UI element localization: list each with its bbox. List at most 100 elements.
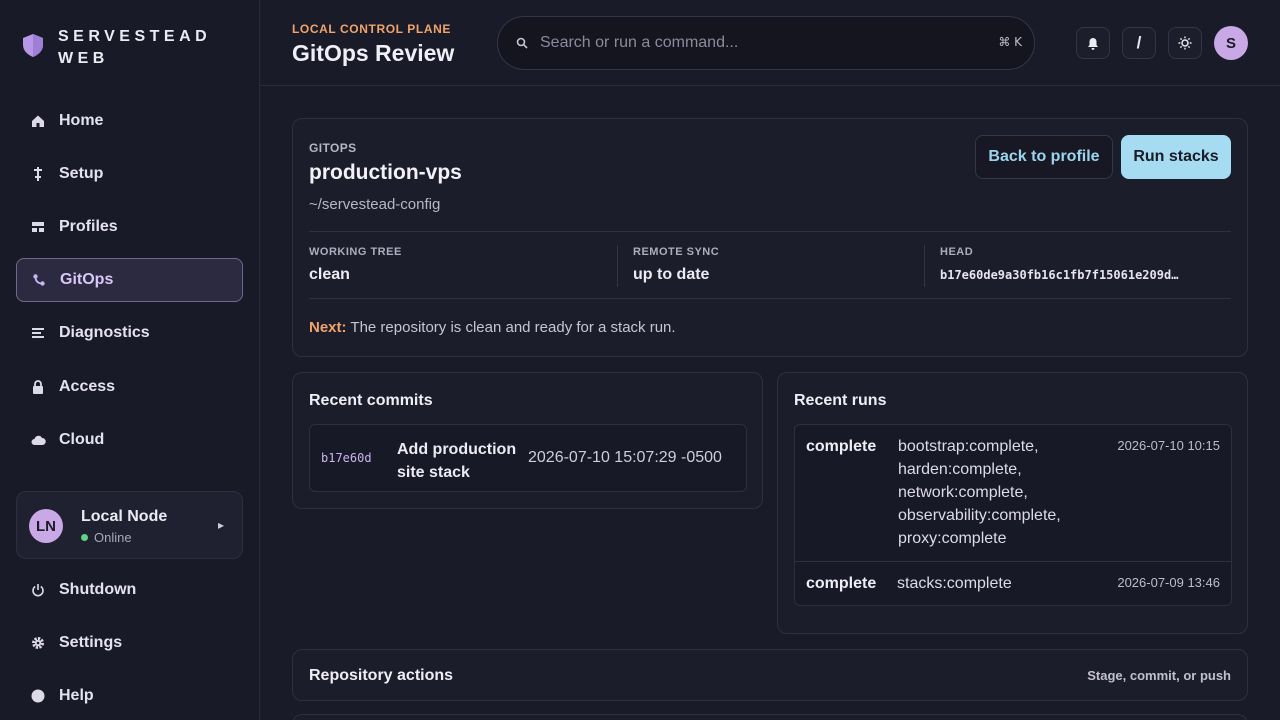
page-title: GitOps Review xyxy=(292,40,455,66)
repository-actions-title: Repository actions xyxy=(309,667,454,684)
run-status: complete xyxy=(806,575,877,592)
working-tree-label: WORKING TREE xyxy=(309,246,402,258)
lock-icon xyxy=(30,379,46,395)
remote-sync-label: REMOTE SYNC xyxy=(633,246,720,258)
shield-logo-icon xyxy=(23,34,43,57)
run-detail-line: harden:complete, xyxy=(898,461,1022,478)
gitops-icon xyxy=(31,272,47,288)
run-details: stacks:complete xyxy=(897,572,1012,595)
node-avatar: LN xyxy=(29,509,63,543)
head-label: HEAD xyxy=(940,246,974,258)
run-detail-line: bootstrap:complete, xyxy=(898,438,1039,455)
online-status-icon xyxy=(81,534,88,541)
diagnostics-icon xyxy=(30,325,46,341)
divider xyxy=(617,245,618,287)
sidebar-item-home[interactable]: Home xyxy=(16,99,243,143)
back-to-profile-button[interactable]: Back to profile xyxy=(975,135,1113,179)
node-name: Local Node xyxy=(81,508,168,525)
theme-toggle-button[interactable] xyxy=(1168,27,1202,59)
commit-message: Add production site stack xyxy=(397,438,516,484)
next-label: Next: xyxy=(309,319,347,336)
sidebar-item-shutdown[interactable]: Shutdown xyxy=(16,568,243,612)
sidebar-item-help[interactable]: Help xyxy=(16,674,243,718)
node-card[interactable]: LN Local Node Online ▸ xyxy=(16,491,243,559)
node-status-text: Online xyxy=(94,530,132,545)
brand[interactable]: SERVESTEAD WEB xyxy=(20,26,228,70)
sidebar-item-cloud[interactable]: Cloud xyxy=(16,418,243,462)
run-time: 2026-07-10 10:15 xyxy=(1117,438,1220,453)
run-row[interactable]: complete stacks:complete 2026-07-09 13:4… xyxy=(795,562,1231,606)
sidebar-item-label: Diagnostics xyxy=(59,324,150,341)
divider xyxy=(309,298,1231,299)
commit-row[interactable]: b17e60d Add production site stack 2026-0… xyxy=(309,424,747,492)
sidebar-item-label: Profiles xyxy=(59,218,118,235)
notifications-button[interactable] xyxy=(1076,27,1110,59)
run-detail-line: observability:complete, xyxy=(898,507,1061,524)
repository-actions-hint: Stage, commit, or push xyxy=(1087,668,1231,683)
sidebar-item-label: Setup xyxy=(59,165,104,182)
divider xyxy=(309,231,1231,232)
commit-date: 2026-07-10 15:07:29 -0500 xyxy=(528,449,722,466)
sidebar-item-gitops[interactable]: GitOps xyxy=(16,258,243,302)
recent-commits-title: Recent commits xyxy=(309,392,433,409)
sidebar-item-label: GitOps xyxy=(60,271,114,288)
recent-commits-card: Recent commits b17e60d Add production si… xyxy=(292,372,763,509)
sun-icon xyxy=(1178,36,1192,50)
head-hash: b17e60de9a30fb16c1fb7f15061e209d… xyxy=(940,268,1179,282)
commit-message-line: Add production xyxy=(397,441,517,458)
repo-name: production-vps xyxy=(309,161,462,184)
repo-path: ~/servestead-config xyxy=(309,196,441,213)
repository-actions-card[interactable]: Repository actions Stage, commit, or pus… xyxy=(292,649,1248,701)
page-eyebrow: LOCAL CONTROL PLANE xyxy=(292,22,451,36)
sidebar-item-label: Access xyxy=(59,378,116,395)
recent-runs-title: Recent runs xyxy=(794,392,887,409)
run-row[interactable]: complete bootstrap:complete, harden:comp… xyxy=(795,425,1231,561)
working-tree-value: clean xyxy=(309,266,350,283)
runs-list: complete bootstrap:complete, harden:comp… xyxy=(794,424,1232,606)
sidebar-item-profiles[interactable]: Profiles xyxy=(16,205,243,249)
commit-message-line: site stack xyxy=(397,464,470,481)
repo-summary-card: GITOPS production-vps ~/servestead-confi… xyxy=(292,118,1248,357)
commit-hash: b17e60d xyxy=(321,451,372,465)
search-shortcut: ⌘ K xyxy=(998,35,1022,49)
bell-icon xyxy=(1088,37,1098,50)
gear-icon xyxy=(30,635,46,651)
remote-sync-value: up to date xyxy=(633,266,710,283)
chevron-right-icon: ▸ xyxy=(217,518,224,532)
sidebar-item-diagnostics[interactable]: Diagnostics xyxy=(16,311,243,355)
sidebar-item-label: Help xyxy=(59,687,94,704)
sidebar-item-setup[interactable]: Setup xyxy=(16,152,243,196)
run-details: bootstrap:complete, harden:complete, net… xyxy=(898,435,1061,550)
run-detail-line: proxy:complete xyxy=(898,530,1007,547)
search-input[interactable] xyxy=(540,17,980,69)
next-text: The repository is clean and ready for a … xyxy=(346,319,676,336)
recent-runs-card: Recent runs complete bootstrap:complete,… xyxy=(777,372,1248,634)
run-time: 2026-07-09 13:46 xyxy=(1117,575,1220,590)
next-hint: Next: The repository is clean and ready … xyxy=(309,319,676,336)
sidebar: SERVESTEAD WEB Home Setup Profiles GitOp… xyxy=(0,0,260,720)
slash-command-button[interactable]: / xyxy=(1122,27,1156,59)
next-section-card xyxy=(292,714,1248,720)
run-stacks-button[interactable]: Run stacks xyxy=(1121,135,1231,179)
setup-icon xyxy=(30,166,46,182)
run-status: complete xyxy=(806,438,877,455)
search-icon xyxy=(516,37,528,49)
sidebar-item-label: Cloud xyxy=(59,431,105,448)
sidebar-item-label: Settings xyxy=(59,634,123,651)
sidebar-item-label: Home xyxy=(59,112,104,129)
home-icon xyxy=(30,113,46,129)
run-detail-line: stacks:complete xyxy=(897,575,1012,592)
top-header: LOCAL CONTROL PLANE GitOps Review ⌘ K / … xyxy=(260,0,1280,86)
profiles-icon xyxy=(30,219,46,235)
command-search[interactable]: ⌘ K xyxy=(497,16,1035,70)
sidebar-item-settings[interactable]: Settings xyxy=(16,621,243,665)
run-detail-line: network:complete, xyxy=(898,484,1028,501)
help-icon xyxy=(30,688,46,704)
sidebar-item-access[interactable]: Access xyxy=(16,365,243,409)
user-avatar[interactable]: S xyxy=(1214,26,1248,60)
node-status: Online xyxy=(81,530,132,545)
power-icon xyxy=(30,582,46,598)
repo-section-label: GITOPS xyxy=(309,141,357,155)
divider xyxy=(924,245,925,287)
sidebar-item-label: Shutdown xyxy=(59,581,137,598)
